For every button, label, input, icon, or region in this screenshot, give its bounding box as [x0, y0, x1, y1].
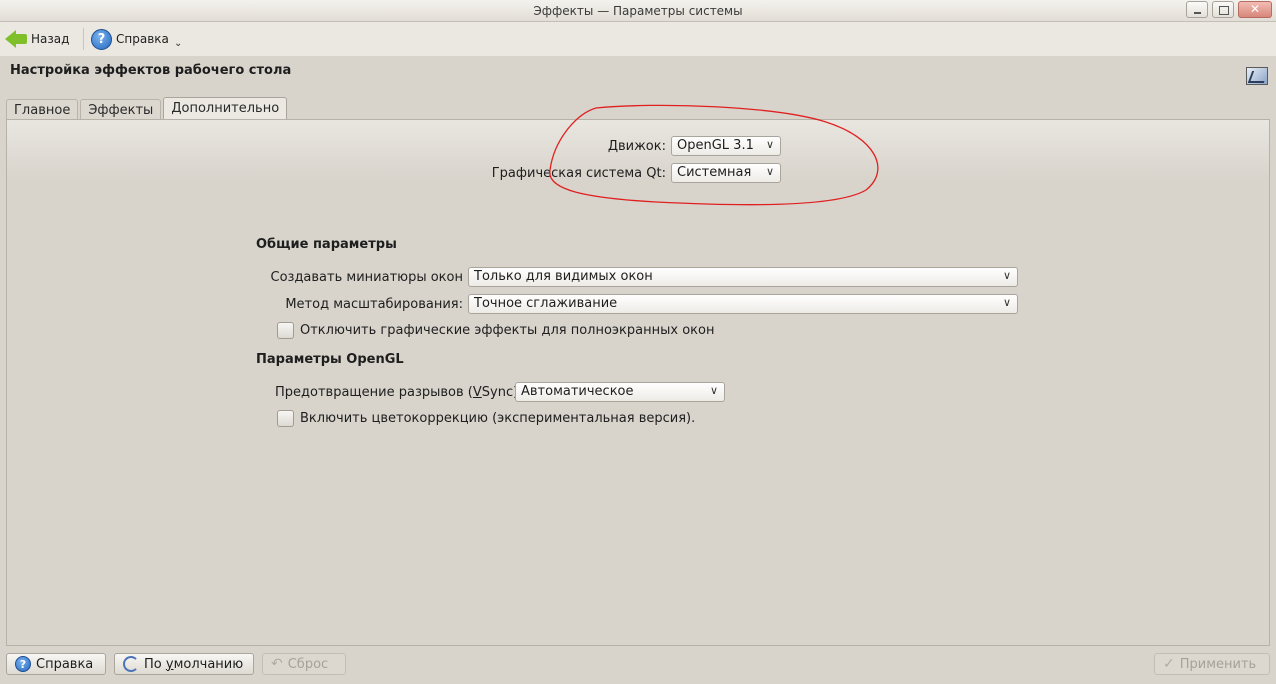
back-arrow-icon	[5, 29, 27, 49]
minimize-icon[interactable]	[1186, 1, 1208, 18]
toolbar: Назад ? Справка	[0, 22, 1276, 56]
vsync-label-mnemonic: V	[472, 385, 482, 400]
page-title: Настройка эффектов рабочего стола	[10, 63, 292, 78]
defaults-pre: По	[144, 656, 166, 672]
general-section-title: Общие параметры	[256, 237, 397, 252]
window-title: Эффекты — Параметры системы	[533, 4, 743, 18]
qt-graphics-combo[interactable]: Системная ∨	[671, 163, 781, 183]
engine-combo[interactable]: OpenGL 3.1 ∨	[671, 136, 781, 156]
vsync-label: Предотвращение разрывов (VSync)	[275, 385, 518, 400]
disable-fullscreen-checkbox[interactable]	[277, 322, 294, 339]
qt-graphics-value: Системная	[677, 165, 752, 180]
undo-icon: ↶	[271, 656, 283, 672]
defaults-button-label: По умолчанию	[144, 657, 243, 672]
tab-advanced[interactable]: Дополнительно	[163, 97, 288, 121]
defaults-button[interactable]: По умолчанию	[114, 653, 254, 675]
apply-button-label: Применить	[1179, 656, 1257, 672]
qt-graphics-label: Графическая система Qt:	[491, 166, 666, 181]
engine-label: Движок:	[607, 139, 666, 154]
engine-value: OpenGL 3.1	[677, 138, 754, 153]
help-button[interactable]: ? Справка	[6, 653, 106, 675]
thumbnails-value: Только для видимых окон	[474, 269, 653, 284]
close-button[interactable]: ✕	[1238, 1, 1272, 18]
help-button-label: Справка	[36, 656, 94, 672]
chevron-down-icon: ∨	[709, 384, 718, 397]
disable-fullscreen-label: Отключить графические эффекты для полноэ…	[300, 323, 715, 338]
back-button-label: Назад	[31, 32, 70, 46]
help-icon: ?	[15, 656, 31, 672]
chevron-down-icon: ∨	[765, 138, 774, 151]
thumbnails-combo[interactable]: Только для видимых окон ∨	[468, 267, 1018, 287]
help-icon: ?	[91, 28, 112, 50]
maximize-icon[interactable]	[1212, 1, 1234, 18]
tab-general[interactable]: Главное	[6, 99, 79, 121]
close-icon: ✕	[1249, 2, 1261, 16]
apply-button[interactable]: ✓ Применить	[1154, 653, 1270, 675]
chevron-down-icon: ∨	[1002, 269, 1011, 282]
help-toolbar-label: Справка	[116, 32, 169, 46]
checkmark-icon: ✓	[1163, 656, 1175, 672]
vsync-label-pre: Предотвращение разрывов (	[275, 385, 473, 400]
tab-bar: Главное Эффекты Дополнительно	[6, 97, 288, 121]
reset-defaults-icon	[123, 656, 139, 672]
defaults-mnemonic: у	[165, 656, 174, 672]
defaults-post: молчанию	[173, 656, 244, 672]
reset-button[interactable]: ↶ Сброс	[262, 653, 346, 675]
scale-method-combo[interactable]: Точное сглаживание ∨	[468, 294, 1018, 314]
scale-method-label: Метод масштабирования:	[285, 297, 463, 312]
chevron-down-icon[interactable]: ⌄	[174, 38, 182, 49]
window-titlebar: Эффекты — Параметры системы ✕	[0, 0, 1276, 22]
back-button[interactable]: Назад	[5, 27, 69, 51]
vsync-combo[interactable]: Автоматическое ∨	[515, 382, 725, 402]
chevron-down-icon: ∨	[1002, 296, 1011, 309]
color-correction-checkbox[interactable]	[277, 410, 294, 427]
color-correction-label: Включить цветокоррекцию (экспериментальн…	[300, 411, 696, 426]
help-toolbar-button[interactable]: ? Справка	[91, 27, 169, 51]
tab-effects[interactable]: Эффекты	[80, 99, 162, 121]
scale-method-value: Точное сглаживание	[474, 296, 618, 311]
chevron-down-icon: ∨	[765, 165, 774, 178]
toolbar-separator	[83, 28, 84, 50]
reset-button-label: Сброс	[287, 656, 329, 672]
desktop-effects-icon	[1246, 67, 1268, 85]
thumbnails-label: Создавать миниатюры окон	[270, 270, 464, 285]
window-controls: ✕	[1186, 1, 1272, 18]
vsync-value: Автоматическое	[521, 384, 634, 399]
vsync-label-post: Sync)	[481, 385, 519, 400]
opengl-section-title: Параметры OpenGL	[256, 352, 404, 367]
